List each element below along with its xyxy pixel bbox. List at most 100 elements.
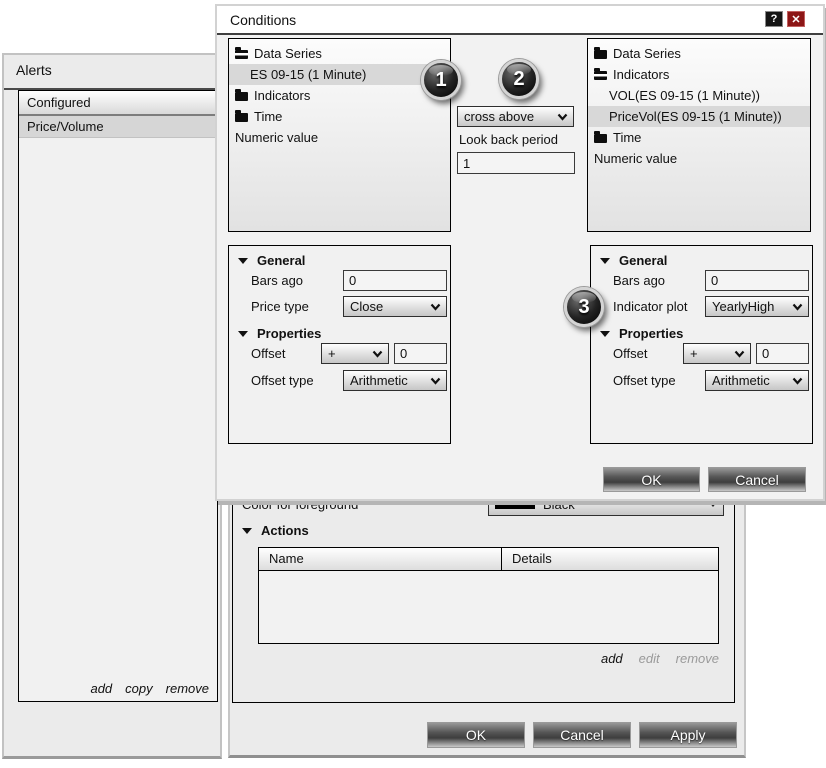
folder-closed-icon [594,50,607,59]
folder-closed-icon [594,134,607,143]
tree-item-pricevol[interactable]: PriceVol(ES 09-15 (1 Minute)) [588,106,810,127]
column-header-name: Name [259,548,501,570]
tree-item-indicators[interactable]: Indicators [229,85,450,106]
offset-sign-select[interactable]: + [683,343,751,364]
conditions-dialog: Conditions ? ✕ Data Series ES 09-15 (1 M… [215,4,825,501]
offset-input[interactable]: 0 [756,343,809,364]
alerts-window-title: Alerts [16,62,52,78]
operator-select[interactable]: cross above [457,106,574,127]
tree-item-label: PriceVol(ES 09-15 (1 Minute)) [609,109,782,124]
tree-item-es-0915[interactable]: ES 09-15 (1 Minute) [229,64,450,85]
offset-sign-value: + [690,346,731,361]
configured-alerts-list: Configured Price/Volume add copy remove [18,90,218,702]
tree-item-vol[interactable]: VOL(ES 09-15 (1 Minute)) [588,85,810,106]
tree-item-label: Numeric value [594,151,677,166]
collapse-triangle-icon [238,258,248,264]
edit-action-link: edit [639,651,660,666]
tree-item-label: Data Series [613,46,681,61]
collapse-triangle-icon [600,258,610,264]
operator-value: cross above [464,109,554,124]
add-alert-link[interactable]: add [90,681,112,696]
offset-type-label: Offset type [613,373,676,388]
tree-item-label: VOL(ES 09-15 (1 Minute)) [609,88,760,103]
tree-item-data-series[interactable]: Data Series [229,43,450,64]
step-2-badge: 2 [499,59,539,99]
bars-ago-input[interactable]: 0 [343,270,447,291]
tree-item-label: Time [254,109,282,124]
bars-ago-label: Bars ago [251,273,303,288]
chevron-down-icon [792,373,803,388]
offset-sign-select[interactable]: + [321,343,389,364]
indicator-plot-select[interactable]: YearlyHigh [705,296,809,317]
tree-item-numeric-value[interactable]: Numeric value [588,148,810,169]
chevron-down-icon [734,346,745,361]
offset-sign-value: + [328,346,369,361]
offset-label: Offset [251,346,285,361]
remove-alert-link[interactable]: remove [166,681,209,696]
tree-item-time[interactable]: Time [229,106,450,127]
alerts-list-actions: add copy remove [90,681,209,696]
cancel-button[interactable]: Cancel [708,467,806,492]
copy-alert-link[interactable]: copy [125,681,152,696]
properties-section-header[interactable]: Properties [600,326,683,341]
folder-closed-icon [235,92,248,101]
tree-item-label: Indicators [254,88,310,103]
tree-item-data-series[interactable]: Data Series [588,43,810,64]
look-back-period-input[interactable]: 1 [457,152,575,174]
tree-item-label: ES 09-15 (1 Minute) [250,67,366,82]
alerts-window: Alerts Configured Price/Volume add copy … [2,53,222,759]
chevron-down-icon [557,109,568,124]
ok-button[interactable]: OK [427,722,525,748]
dialog-button-row: OK Cancel Apply [427,722,737,748]
general-section-label: General [619,253,667,268]
actions-section-header[interactable]: Actions [242,523,309,538]
left-condition-tree: Data Series ES 09-15 (1 Minute) Indicato… [228,38,451,232]
conditions-title-bar: Conditions ? ✕ [217,6,823,35]
actions-table: Name Details [258,547,719,644]
chevron-down-icon [430,373,441,388]
apply-button[interactable]: Apply [639,722,737,748]
left-params-panel: General Bars ago 0 Price type Close Prop… [228,245,451,444]
step-3-badge: 3 [564,287,604,327]
tree-item-indicators[interactable]: Indicators [588,64,810,85]
column-header-details: Details [501,548,718,570]
add-action-link[interactable]: add [601,651,623,666]
offset-type-select[interactable]: Arithmetic [705,370,809,391]
close-button[interactable]: ✕ [787,11,805,27]
offset-label: Offset [613,346,647,361]
help-button[interactable]: ? [765,11,783,27]
chevron-down-icon [430,299,441,314]
offset-type-select[interactable]: Arithmetic [343,370,447,391]
chevron-down-icon [709,502,717,507]
offset-input[interactable]: 0 [394,343,447,364]
actions-section-label: Actions [261,523,309,538]
folder-open-icon [235,50,248,59]
general-section-label: General [257,253,305,268]
chevron-down-icon [372,346,383,361]
tree-item-numeric-value[interactable]: Numeric value [229,127,450,148]
list-item-price-volume[interactable]: Price/Volume [19,116,217,138]
tree-item-label: Indicators [613,67,669,82]
price-type-label: Price type [251,299,309,314]
tree-item-time[interactable]: Time [588,127,810,148]
price-type-select[interactable]: Close [343,296,447,317]
ok-button[interactable]: OK [603,467,700,492]
general-section-header[interactable]: General [238,253,305,268]
offset-type-value: Arithmetic [350,373,427,388]
color-swatch-black [495,500,535,509]
help-icon: ? [771,13,778,25]
bars-ago-input[interactable]: 0 [705,270,809,291]
actions-links: add edit remove [258,651,719,666]
tree-item-label: Data Series [254,46,322,61]
price-type-value: Close [350,299,427,314]
tree-item-label: Time [613,130,641,145]
conditions-dialog-title: Conditions [230,12,296,28]
general-section-header[interactable]: General [600,253,667,268]
list-header-configured: Configured [19,91,217,116]
step-1-badge: 1 [421,60,461,100]
properties-section-label: Properties [619,326,683,341]
cancel-button[interactable]: Cancel [533,722,631,748]
properties-section-header[interactable]: Properties [238,326,321,341]
offset-type-label: Offset type [251,373,314,388]
indicator-plot-value: YearlyHigh [712,299,789,314]
